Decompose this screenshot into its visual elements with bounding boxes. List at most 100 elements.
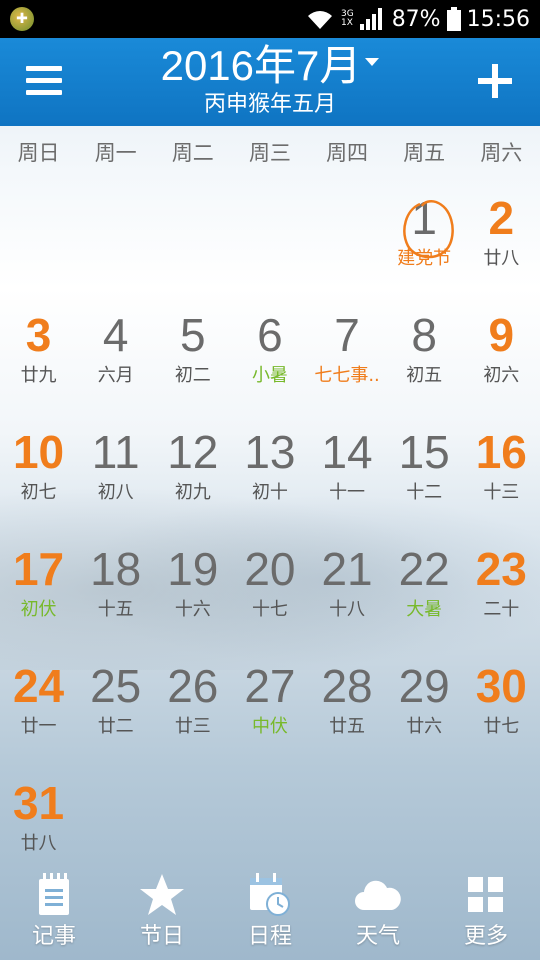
lunar-date: 廿六: [406, 716, 443, 737]
calendar-day-cell[interactable]: 22 大暑: [386, 541, 463, 658]
day-number: 5: [180, 309, 206, 361]
cloud-icon: [355, 880, 401, 910]
calendar-day-cell[interactable]: 5 初二: [154, 307, 231, 424]
lunar-date: 七七事..: [314, 365, 380, 386]
calendar-week-row: 1 建党节 2 廿八: [0, 190, 540, 307]
weekday-label: 周六: [480, 141, 523, 165]
battery-icon: [446, 7, 461, 31]
calendar-day-cell[interactable]: 11 初八: [77, 424, 154, 541]
day-number: 21: [321, 543, 373, 595]
day-number: 6: [257, 309, 283, 361]
empty-day-cell: [231, 190, 308, 307]
calendar-day-cell[interactable]: 27 中伏: [231, 658, 308, 775]
lunar-date: 十一: [329, 482, 366, 503]
signal-icon: [359, 8, 382, 30]
nav-schedule-label: 日程: [247, 924, 292, 949]
schedule-icon: [250, 873, 290, 916]
weekday-label: 周一: [94, 141, 137, 165]
lunar-date: 十七: [251, 599, 288, 620]
calendar-day-cell[interactable]: 19 十六: [154, 541, 231, 658]
app-notification-icon: ✚: [10, 7, 34, 31]
notes-icon: [39, 873, 69, 915]
calendar-day-cell[interactable]: 7 七七事..: [309, 307, 386, 424]
network-type: 3G 1X: [341, 10, 354, 28]
calendar-day-cell[interactable]: 21 十八: [309, 541, 386, 658]
calendar-grid: 1 建党节 2 廿八 3 廿九 4 六月 5 初二 6 小暑 7 七七事.. 8 初五 9 初六 10 初七 11 初八 1…: [0, 190, 540, 892]
calendar-day-cell[interactable]: 24 廿一: [0, 658, 77, 775]
day-number: 27: [244, 660, 296, 712]
lunar-date: 廿八: [483, 248, 520, 269]
day-number: 17: [12, 543, 65, 595]
calendar-day-cell[interactable]: 29 廿六: [386, 658, 463, 775]
calendar-day-cell[interactable]: 25 廿二: [77, 658, 154, 775]
weekday-label: 周二: [171, 141, 214, 165]
day-number: 31: [12, 777, 65, 829]
star-icon: [140, 874, 184, 915]
month-title: 2016年7月: [160, 42, 362, 89]
lunar-date: 十二: [406, 482, 443, 503]
lunar-date: 初九: [174, 482, 211, 503]
empty-day-cell: [0, 190, 77, 307]
bottom-nav: 记事 节日 日程 天气 更多: [0, 870, 540, 960]
calendar-day-cell[interactable]: 18 十五: [77, 541, 154, 658]
day-number: 30: [475, 660, 527, 712]
lunar-date: 初二: [174, 365, 211, 386]
weekday-label: 周四: [326, 141, 369, 165]
calendar-day-cell[interactable]: 8 初五: [386, 307, 463, 424]
lunar-date: 六月: [97, 365, 134, 386]
lunar-date: 十三: [483, 482, 520, 503]
lunar-date: 十五: [97, 599, 134, 620]
calendar-day-cell[interactable]: 14 十一: [309, 424, 386, 541]
nav-more-label: 更多: [463, 924, 508, 949]
calendar-day-cell[interactable]: 16 十三: [463, 424, 540, 541]
weekday-header: 周日 周一 周二 周三 周四 周五 周六: [0, 126, 540, 178]
chevron-down-icon: [365, 57, 380, 66]
nav-notes[interactable]: 记事: [0, 870, 108, 952]
day-number: 24: [12, 660, 65, 712]
day-number: 20: [244, 543, 296, 595]
empty-day-cell: [309, 190, 386, 307]
calendar-day-cell[interactable]: 6 小暑: [231, 307, 308, 424]
month-selector[interactable]: 2016年7月 丙申猴年五月: [0, 38, 540, 118]
calendar-day-cell[interactable]: 23 二十: [463, 541, 540, 658]
lunar-date: 十八: [329, 599, 366, 620]
calendar-day-cell[interactable]: 15 十二: [386, 424, 463, 541]
lunar-date: 中伏: [251, 716, 288, 737]
day-number: 28: [321, 660, 373, 712]
calendar-day-cell[interactable]: 13 初十: [231, 424, 308, 541]
lunar-date: 小暑: [251, 365, 288, 386]
network-label-1x: 1X: [340, 18, 353, 28]
day-number: 16: [475, 426, 527, 478]
calendar-day-cell[interactable]: 30 廿七: [463, 658, 540, 775]
nav-schedule[interactable]: 日程: [216, 870, 324, 952]
weekday-label: 周五: [403, 141, 446, 165]
calendar-day-cell[interactable]: 26 廿三: [154, 658, 231, 775]
wifi-icon: [307, 11, 332, 29]
calendar-day-cell[interactable]: 4 六月: [77, 307, 154, 424]
lunar-date: 廿三: [174, 716, 211, 737]
day-number: 25: [90, 660, 142, 712]
nav-more[interactable]: 更多: [432, 870, 540, 952]
calendar-day-cell[interactable]: 28 廿五: [309, 658, 386, 775]
calendar-week-row: 17 初伏 18 十五 19 十六 20 十七 21 十八 22 大暑 23 二十: [0, 541, 540, 658]
calendar-day-cell[interactable]: 9 初六: [463, 307, 540, 424]
nav-holidays[interactable]: 节日: [108, 870, 216, 952]
add-icon[interactable]: [478, 64, 512, 98]
calendar-day-cell[interactable]: 3 廿九: [0, 307, 77, 424]
calendar-day-cell[interactable]: 1 建党节: [386, 190, 463, 307]
lunar-date: 廿五: [329, 716, 366, 737]
lunar-date: 初六: [483, 365, 520, 386]
day-number: 13: [244, 426, 296, 478]
calendar-day-cell[interactable]: 10 初七: [0, 424, 77, 541]
calendar-day-cell[interactable]: 17 初伏: [0, 541, 77, 658]
calendar-day-cell[interactable]: 20 十七: [231, 541, 308, 658]
day-number: 22: [398, 543, 450, 595]
calendar-day-cell[interactable]: 2 廿八: [463, 190, 540, 307]
empty-day-cell: [77, 190, 154, 307]
day-number: 15: [398, 426, 450, 478]
grid-icon: [468, 877, 503, 912]
nav-weather[interactable]: 天气: [324, 870, 432, 952]
day-number: 12: [167, 426, 219, 478]
calendar-day-cell[interactable]: 12 初九: [154, 424, 231, 541]
day-number: 14: [321, 426, 373, 478]
